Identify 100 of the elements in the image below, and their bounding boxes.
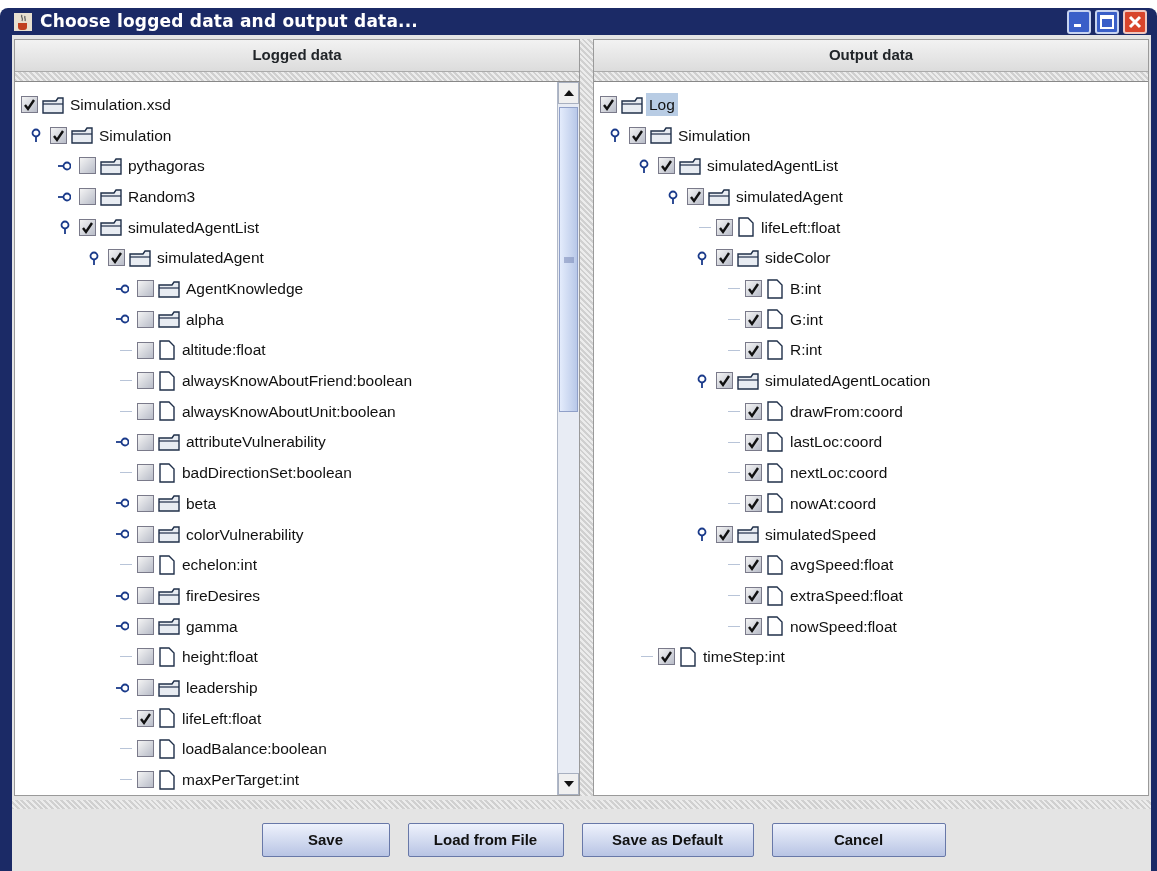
checkbox[interactable] bbox=[716, 218, 733, 236]
expand-handle-icon[interactable] bbox=[116, 528, 129, 541]
tree-node-label[interactable]: colorVulnerability bbox=[183, 522, 307, 546]
tree-node-label[interactable]: loadBalance:boolean bbox=[179, 737, 330, 761]
tree-node-label[interactable]: beta bbox=[183, 491, 220, 516]
minimize-button[interactable] bbox=[1067, 9, 1091, 34]
checkbox[interactable] bbox=[745, 402, 762, 420]
scroll-down-icon[interactable] bbox=[563, 781, 574, 787]
tree-node-label[interactable]: simulatedSpeed bbox=[762, 522, 880, 546]
splitter-bar[interactable] bbox=[594, 72, 1148, 82]
dialog-button[interactable]: Save as Default bbox=[581, 823, 754, 857]
maximize-button[interactable] bbox=[1095, 9, 1119, 34]
tree-node-label[interactable]: Random3 bbox=[125, 184, 199, 209]
collapse-handle-icon[interactable] bbox=[29, 128, 42, 143]
checkbox[interactable] bbox=[716, 249, 733, 267]
tree-node-label[interactable]: Simulation bbox=[675, 123, 754, 147]
tree-node-label[interactable]: Simulation bbox=[96, 123, 175, 147]
collapse-handle-icon[interactable] bbox=[695, 527, 708, 542]
checkbox[interactable] bbox=[79, 157, 96, 175]
checkbox[interactable] bbox=[21, 96, 38, 114]
tree-node-label[interactable]: R:int bbox=[787, 338, 825, 362]
collapse-handle-icon[interactable] bbox=[695, 373, 708, 388]
checkbox[interactable] bbox=[137, 648, 154, 666]
expand-handle-icon[interactable] bbox=[116, 620, 129, 633]
tree-node-label[interactable]: avgSpeed:float bbox=[787, 553, 897, 577]
tree-node-label[interactable]: lifeLeft:float bbox=[758, 215, 844, 239]
tree-node-label[interactable]: extraSpeed:float bbox=[787, 583, 906, 608]
tree-node-label[interactable]: pythagoras bbox=[125, 154, 208, 178]
tree-node-label[interactable]: Simulation.xsd bbox=[67, 92, 174, 117]
collapse-handle-icon[interactable] bbox=[58, 220, 71, 235]
checkbox[interactable] bbox=[745, 341, 762, 359]
checkbox[interactable] bbox=[137, 280, 154, 298]
checkbox[interactable] bbox=[137, 740, 154, 758]
checkbox[interactable] bbox=[50, 126, 67, 144]
expand-handle-icon[interactable] bbox=[116, 681, 129, 694]
tree-node-label[interactable]: alpha bbox=[183, 307, 227, 331]
checkbox[interactable] bbox=[79, 218, 96, 236]
tree-node-label[interactable]: leadership bbox=[183, 675, 261, 700]
checkbox[interactable] bbox=[658, 157, 675, 175]
tree-node-label[interactable]: fireDesires bbox=[183, 583, 264, 608]
tree-node-label[interactable]: Log bbox=[646, 92, 678, 117]
tree-node-label[interactable]: simulatedAgentList bbox=[704, 154, 841, 178]
checkbox[interactable] bbox=[745, 587, 762, 605]
dialog-button[interactable]: Save bbox=[261, 823, 390, 857]
checkbox[interactable] bbox=[716, 372, 733, 390]
checkbox[interactable] bbox=[658, 648, 675, 666]
tree-node-label[interactable]: AgentKnowledge bbox=[183, 277, 307, 301]
checkbox[interactable] bbox=[745, 617, 762, 635]
dialog-button[interactable]: Cancel bbox=[771, 823, 946, 857]
checkbox[interactable] bbox=[137, 494, 154, 512]
scrollbar[interactable] bbox=[557, 82, 579, 795]
scroll-up-icon[interactable] bbox=[563, 90, 574, 97]
tree-node-label[interactable]: simulatedAgentLocation bbox=[762, 369, 934, 393]
tree-node-label[interactable]: maxPerTarget:int bbox=[179, 768, 303, 792]
expand-handle-icon[interactable] bbox=[116, 436, 129, 449]
tree-node-label[interactable]: nowSpeed:float bbox=[787, 614, 900, 638]
checkbox[interactable] bbox=[137, 433, 154, 451]
expand-handle-icon[interactable] bbox=[116, 282, 129, 295]
collapse-handle-icon[interactable] bbox=[695, 250, 708, 265]
checkbox[interactable] bbox=[745, 433, 762, 451]
collapse-handle-icon[interactable] bbox=[87, 250, 100, 265]
expand-handle-icon[interactable] bbox=[58, 190, 71, 203]
tree-node-label[interactable]: drawFrom:coord bbox=[787, 399, 906, 424]
dialog-button[interactable]: Load from File bbox=[407, 823, 564, 857]
tree-node-label[interactable]: nowAt:coord bbox=[787, 491, 880, 516]
tree-node-label[interactable]: height:float bbox=[179, 645, 261, 669]
expand-handle-icon[interactable] bbox=[116, 589, 129, 602]
tree-node-label[interactable]: sideColor bbox=[762, 246, 834, 270]
expand-handle-icon[interactable] bbox=[58, 159, 71, 172]
tree-node-label[interactable]: simulatedAgent bbox=[733, 184, 846, 209]
checkbox[interactable] bbox=[108, 249, 125, 267]
tree-node-label[interactable]: lifeLeft:float bbox=[179, 706, 265, 730]
checkbox[interactable] bbox=[137, 341, 154, 359]
scroll-thumb[interactable] bbox=[559, 107, 578, 413]
checkbox[interactable] bbox=[600, 96, 617, 114]
checkbox[interactable] bbox=[137, 587, 154, 605]
checkbox[interactable] bbox=[745, 310, 762, 328]
tree-node-label[interactable]: B:int bbox=[787, 277, 824, 301]
checkbox[interactable] bbox=[745, 280, 762, 298]
checkbox[interactable] bbox=[137, 402, 154, 420]
expand-handle-icon[interactable] bbox=[116, 313, 129, 326]
checkbox[interactable] bbox=[137, 556, 154, 574]
tree-node-label[interactable]: nextLoc:coord bbox=[787, 461, 891, 485]
tree-node-label[interactable]: echelon:int bbox=[179, 553, 260, 577]
checkbox[interactable] bbox=[137, 525, 154, 543]
tree-node-label[interactable]: simulatedAgent bbox=[154, 246, 267, 270]
checkbox[interactable] bbox=[79, 188, 96, 206]
tree-node-label[interactable]: lastLoc:coord bbox=[787, 430, 886, 454]
close-button[interactable] bbox=[1123, 9, 1147, 34]
checkbox[interactable] bbox=[137, 771, 154, 789]
tree-node-label[interactable]: timeStep:int bbox=[700, 645, 788, 669]
checkbox[interactable] bbox=[745, 494, 762, 512]
checkbox[interactable] bbox=[629, 126, 646, 144]
tree-node-label[interactable]: simulatedAgentList bbox=[125, 215, 262, 239]
collapse-handle-icon[interactable] bbox=[608, 128, 621, 143]
tree-node-label[interactable]: gamma bbox=[183, 614, 241, 638]
checkbox[interactable] bbox=[137, 709, 154, 727]
tree-node-label[interactable]: badDirectionSet:boolean bbox=[179, 461, 355, 485]
tree-node-label[interactable]: attributeVulnerability bbox=[183, 430, 329, 454]
tree-node-label[interactable]: G:int bbox=[787, 307, 826, 331]
